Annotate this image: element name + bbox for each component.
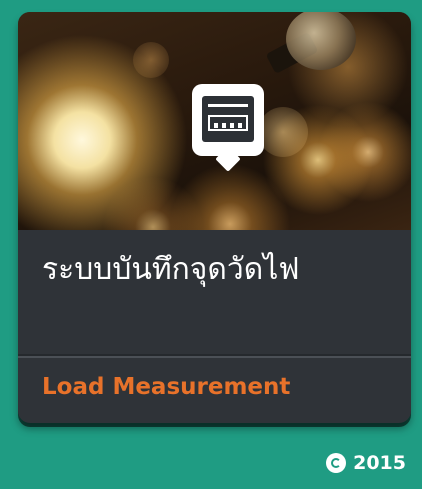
bokeh-light bbox=[258, 107, 308, 157]
bokeh-light bbox=[133, 42, 169, 78]
load-measurement-tile[interactable]: ระบบบันทึกจุดวัดไฟ Load Measurement bbox=[18, 12, 411, 423]
meter-display-icon bbox=[202, 96, 254, 142]
meter-icon-badge bbox=[192, 84, 264, 156]
tile-subtitle: Load Measurement bbox=[42, 374, 291, 400]
copyright-icon bbox=[326, 453, 347, 473]
copyright-year: 2015 bbox=[353, 452, 406, 474]
light-bulb bbox=[286, 12, 356, 70]
divider bbox=[18, 356, 411, 358]
copyright-notice: 2015 bbox=[326, 448, 406, 478]
tile-photo bbox=[18, 12, 411, 230]
tile-title: ระบบบันทึกจุดวัดไฟ bbox=[42, 252, 300, 287]
